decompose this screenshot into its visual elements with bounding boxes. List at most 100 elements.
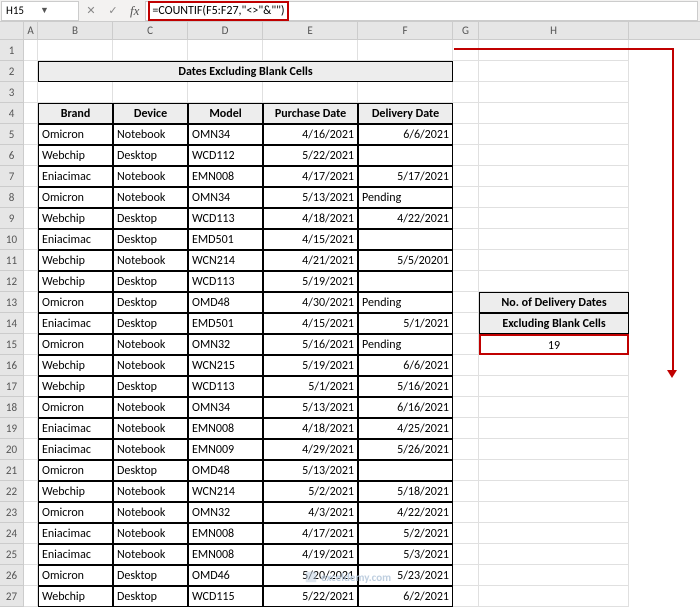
row-header-11[interactable]: 11 [0,250,24,271]
cell-device[interactable]: Desktop [113,565,188,586]
cell-delivery-date[interactable]: 5/26/2021 [358,439,453,460]
cell-purchase-date[interactable]: 5/16/2021 [263,334,358,355]
empty-cell[interactable] [24,355,38,376]
empty-cell[interactable] [479,61,629,82]
empty-cell[interactable] [479,82,629,103]
row-header-18[interactable]: 18 [0,397,24,418]
empty-cell[interactable] [479,271,629,292]
cell-model[interactable]: WCN214 [188,481,263,502]
col-header-c[interactable]: C [113,22,188,39]
cell-device[interactable]: Notebook [113,166,188,187]
cell-delivery-date[interactable]: 5/5/20201 [358,250,453,271]
cell-model[interactable]: WCD113 [188,271,263,292]
empty-cell[interactable] [453,103,479,124]
col-header-h[interactable]: H [479,22,629,39]
cell-device[interactable]: Desktop [113,208,188,229]
empty-cell[interactable] [453,271,479,292]
empty-cell[interactable] [24,460,38,481]
cell-device[interactable]: Desktop [113,460,188,481]
cell-brand[interactable]: Webchip [38,376,113,397]
header-brand[interactable]: Brand [38,103,113,124]
empty-cell[interactable] [479,460,629,481]
empty-cell[interactable] [453,376,479,397]
cell-device[interactable]: Notebook [113,502,188,523]
row-header-8[interactable]: 8 [0,187,24,208]
row-header-17[interactable]: 17 [0,376,24,397]
row-header-3[interactable]: 3 [0,82,24,103]
empty-cell[interactable] [453,523,479,544]
cell-delivery-date[interactable]: 4/22/2021 [358,502,453,523]
cancel-icon[interactable]: ✕ [80,4,102,17]
empty-cell[interactable] [24,82,38,103]
cell-purchase-date[interactable]: 5/1/2021 [263,376,358,397]
cell-brand[interactable]: Omicron [38,124,113,145]
empty-cell[interactable] [24,61,38,82]
cell-delivery-date[interactable]: 6/16/2021 [358,397,453,418]
chevron-down-icon[interactable]: ▼ [40,5,74,16]
cell-brand[interactable]: Omicron [38,334,113,355]
empty-cell[interactable] [263,40,358,61]
empty-cell[interactable] [453,481,479,502]
row-header-1[interactable]: 1 [0,40,24,61]
cell-device[interactable]: Notebook [113,439,188,460]
cell-purchase-date[interactable]: 5/22/2021 [263,586,358,607]
formula-input[interactable]: =COUNTIF(F5:F27,"<>"&"") [145,1,698,21]
cell-brand[interactable]: Eniacimac [38,523,113,544]
row-header-19[interactable]: 19 [0,418,24,439]
empty-cell[interactable] [453,502,479,523]
row-header-14[interactable]: 14 [0,313,24,334]
empty-cell[interactable] [453,439,479,460]
name-box[interactable]: H15 ▼ [1,1,79,21]
empty-cell[interactable] [453,250,479,271]
cell-purchase-date[interactable]: 4/19/2021 [263,544,358,565]
cell-brand[interactable]: Omicron [38,397,113,418]
empty-cell[interactable] [479,145,629,166]
empty-cell[interactable] [479,40,629,61]
cell-device[interactable]: Desktop [113,376,188,397]
cell-brand[interactable]: Omicron [38,292,113,313]
cell-model[interactable]: EMN008 [188,544,263,565]
cell-model[interactable]: EMD501 [188,313,263,334]
side-header-1[interactable]: No. of Delivery Dates [479,292,629,313]
cell-delivery-date[interactable]: 6/2/2021 [358,586,453,607]
cell-purchase-date[interactable]: 4/17/2021 [263,523,358,544]
cell-model[interactable]: WCD115 [188,586,263,607]
empty-cell[interactable] [453,565,479,586]
cell-device[interactable]: Desktop [113,313,188,334]
empty-cell[interactable] [24,313,38,334]
side-header-2[interactable]: Excluding Blank Cells [479,313,629,334]
empty-cell[interactable] [453,586,479,607]
cell-device[interactable]: Desktop [113,145,188,166]
empty-cell[interactable] [479,586,629,607]
empty-cell[interactable] [24,187,38,208]
empty-cell[interactable] [453,355,479,376]
cell-delivery-date[interactable] [358,271,453,292]
cell-delivery-date[interactable]: Pending [358,292,453,313]
cell-delivery-date[interactable]: 4/25/2021 [358,418,453,439]
cell-brand[interactable]: Omicron [38,460,113,481]
cell-brand[interactable]: Webchip [38,208,113,229]
cell-delivery-date[interactable]: 5/17/2021 [358,166,453,187]
cell-brand[interactable]: Webchip [38,145,113,166]
cell-brand[interactable]: Webchip [38,355,113,376]
cell-brand[interactable]: Webchip [38,586,113,607]
row-header-15[interactable]: 15 [0,334,24,355]
row-header-7[interactable]: 7 [0,166,24,187]
cell-purchase-date[interactable]: 5/13/2021 [263,187,358,208]
cell-brand[interactable]: Eniacimac [38,418,113,439]
empty-cell[interactable] [479,376,629,397]
cell-brand[interactable]: Webchip [38,271,113,292]
empty-cell[interactable] [479,250,629,271]
empty-cell[interactable] [188,82,263,103]
empty-cell[interactable] [24,502,38,523]
empty-cell[interactable] [24,124,38,145]
empty-cell[interactable] [479,418,629,439]
cell-delivery-date[interactable]: 5/18/2021 [358,481,453,502]
empty-cell[interactable] [453,82,479,103]
cell-model[interactable]: WCN215 [188,355,263,376]
cell-purchase-date[interactable]: 4/16/2021 [263,124,358,145]
cell-brand[interactable]: Eniacimac [38,166,113,187]
cell-purchase-date[interactable]: 5/22/2021 [263,145,358,166]
empty-cell[interactable] [24,40,38,61]
cell-device[interactable]: Notebook [113,250,188,271]
